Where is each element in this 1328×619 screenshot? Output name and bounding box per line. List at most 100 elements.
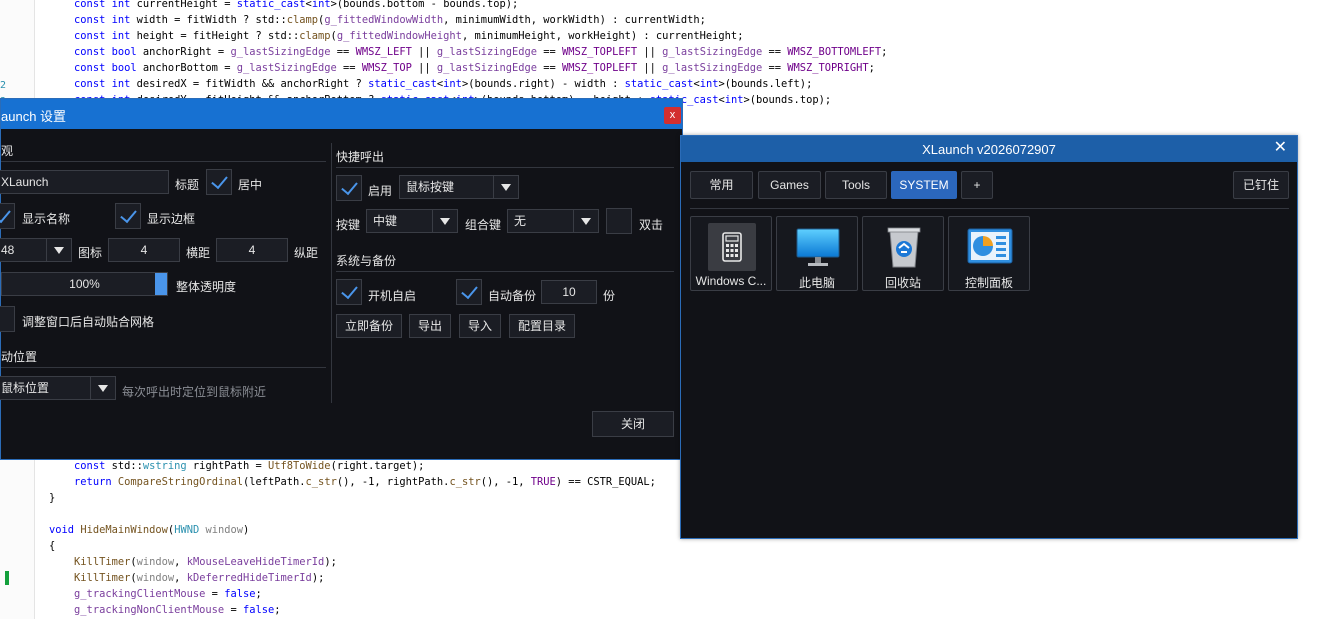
launcher-title: XLaunch v2026072907	[922, 142, 1056, 157]
code-line: void HideMainWindow(HWND window)	[49, 524, 250, 536]
tile-control-panel[interactable]: 控制面板	[948, 216, 1030, 291]
change-marker	[5, 571, 9, 585]
settings-close-icon[interactable]: x	[664, 107, 681, 124]
tab-tools[interactable]: Tools	[825, 171, 887, 199]
code-line: KillTimer(window, kDeferredHideTimerId);	[74, 572, 325, 584]
position-value: 鼠标位置	[1, 381, 50, 395]
chevron-down-icon	[573, 210, 598, 232]
export-button[interactable]: 导出	[409, 314, 451, 338]
button-label: 按键	[336, 218, 361, 232]
tile-recycle-bin[interactable]: 回收站	[862, 216, 944, 291]
opacity-slider[interactable]: 100%	[1, 272, 168, 296]
position-header: 动位置	[1, 350, 38, 364]
code-line: g_trackingClientMouse = false;	[74, 588, 262, 600]
button-select[interactable]: 中键	[366, 209, 458, 233]
icon-size-select[interactable]: 48	[0, 238, 72, 262]
divider	[1, 367, 326, 368]
combo-key-value: 无	[514, 214, 527, 228]
divider	[1, 161, 326, 162]
autostart-label: 开机自启	[368, 289, 417, 303]
snap-grid-checkbox[interactable]	[0, 306, 15, 332]
code-line: return CompareStringOrdinal(leftPath.c_s…	[74, 476, 656, 488]
code-line: const bool anchorRight = g_lastSizingEdg…	[74, 46, 888, 58]
config-dir-button[interactable]: 配置目录	[509, 314, 575, 338]
tile-label: 此电脑	[798, 276, 835, 290]
close-icon[interactable]: ✕	[1274, 139, 1287, 157]
trigger-value: 鼠标按键	[406, 180, 455, 194]
vspacing-input[interactable]: 4	[216, 238, 288, 262]
settings-titlebar[interactable]: aunch 设置 x	[1, 99, 682, 129]
hspacing-input[interactable]: 4	[108, 238, 180, 262]
pinned-button[interactable]: 已钉住	[1233, 171, 1289, 199]
tile-this-pc[interactable]: 此电脑	[776, 216, 858, 291]
chevron-down-icon	[493, 176, 518, 198]
tab-games[interactable]: Games	[758, 171, 821, 199]
add-tab-button[interactable]: +	[961, 171, 993, 199]
backup-count-input[interactable]: 10	[541, 280, 597, 304]
tab-system[interactable]: SYSTEM	[891, 171, 957, 199]
backup-now-button[interactable]: 立即备份	[336, 314, 402, 338]
show-name-label: 显示名称	[22, 212, 71, 226]
position-hint: 每次呼出时定位到鼠标附近	[122, 385, 267, 399]
show-border-checkbox[interactable]	[115, 203, 141, 229]
settings-dialog: aunch 设置 x 观 XLaunch 标题 居中 显示名称 显示边框 48 …	[0, 98, 683, 460]
center-checkbox[interactable]	[206, 169, 232, 195]
combo-key-select[interactable]: 无	[507, 209, 599, 233]
show-border-label: 显示边框	[147, 212, 196, 226]
double-click-label: 双击	[639, 218, 664, 232]
appearance-header: 观	[1, 144, 14, 158]
chevron-down-icon	[432, 210, 457, 232]
title-input[interactable]: XLaunch	[0, 170, 169, 194]
divider	[690, 208, 1289, 209]
hspacing-label: 横距	[186, 246, 211, 260]
center-label: 居中	[238, 178, 263, 192]
combo-key-label: 组合键	[465, 218, 502, 232]
divider	[336, 271, 674, 272]
chevron-down-icon	[90, 377, 115, 399]
code-line: {	[24, 540, 56, 552]
button-value: 中键	[373, 214, 398, 228]
chevron-down-icon	[46, 239, 71, 261]
slider-thumb[interactable]	[155, 273, 167, 295]
double-click-checkbox[interactable]	[606, 208, 632, 234]
code-line: const int currentHeight = static_cast<in…	[74, 0, 519, 10]
autobackup-label: 自动备份	[488, 289, 537, 303]
snap-grid-label: 调整窗口后自动贴合网格	[22, 315, 155, 329]
monitor-icon	[796, 228, 840, 266]
autobackup-checkbox[interactable]	[456, 279, 482, 305]
autostart-checkbox[interactable]	[336, 279, 362, 305]
icon-size-value: 48	[1, 243, 15, 257]
code-line: const int desiredX = fitWidth && anchorR…	[74, 78, 813, 90]
hotkey-header: 快捷呼出	[336, 150, 385, 164]
opacity-label: 整体透明度	[176, 280, 237, 294]
code-line: }	[24, 492, 56, 504]
launcher-titlebar[interactable]: XLaunch v2026072907 ✕	[681, 136, 1297, 162]
line-number-marker: 2	[0, 80, 7, 91]
tile-label: Windows C...	[695, 274, 767, 288]
code-line: g_trackingNonClientMouse = false;	[74, 604, 281, 616]
hotkey-enable-checkbox[interactable]	[336, 175, 362, 201]
show-name-checkbox[interactable]	[0, 203, 15, 229]
column-divider	[331, 143, 332, 403]
code-line: const std::wstring rightPath = Utf8ToWid…	[74, 460, 425, 472]
calculator-icon	[708, 223, 756, 271]
tab-常用[interactable]: 常用	[690, 171, 753, 199]
backup-unit-label: 份	[603, 289, 616, 303]
tile-label: 回收站	[884, 276, 921, 290]
hotkey-enable-label: 启用	[368, 184, 393, 198]
settings-title: aunch 设置	[1, 109, 67, 124]
system-header: 系统与备份	[336, 254, 397, 268]
tile-label: 控制面板	[964, 276, 1013, 290]
divider	[336, 167, 674, 168]
import-button[interactable]: 导入	[459, 314, 501, 338]
vspacing-label: 纵距	[294, 246, 319, 260]
launcher-window: XLaunch v2026072907 ✕ 常用 Games Tools SYS…	[680, 135, 1298, 539]
code-line: const int height = fitHeight ? std::clam…	[74, 30, 744, 42]
tile-windows-calculator[interactable]: Windows C...	[690, 216, 772, 291]
title-label: 标题	[175, 178, 200, 192]
trigger-select[interactable]: 鼠标按键	[399, 175, 519, 199]
control-panel-icon	[967, 228, 1013, 264]
close-button[interactable]: 关闭	[592, 411, 674, 437]
position-select[interactable]: 鼠标位置	[0, 376, 116, 400]
recycle-bin-icon	[887, 227, 921, 268]
